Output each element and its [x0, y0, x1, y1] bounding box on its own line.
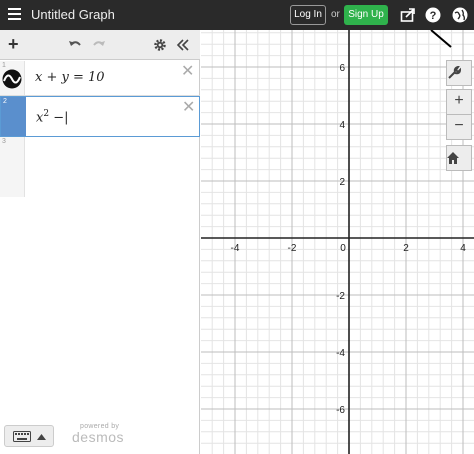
- undo-icon[interactable]: [68, 38, 82, 52]
- wrench-icon: [448, 66, 461, 79]
- expression-input[interactable]: x + y = 10: [35, 70, 105, 85]
- redo-icon[interactable]: [92, 38, 106, 52]
- svg-text:?: ?: [430, 10, 437, 22]
- expression-row-1[interactable]: 1 x + y = 10 ✕: [0, 61, 200, 96]
- expression-input[interactable]: x2 −|: [36, 109, 68, 125]
- expression-number: 3: [2, 138, 6, 145]
- keyboard-icon: [13, 431, 31, 442]
- menu-icon[interactable]: [8, 8, 21, 20]
- expression-gutter: 1: [0, 61, 25, 95]
- sign-up-button[interactable]: Sign Up: [344, 5, 388, 25]
- expression-rest: −|: [49, 110, 69, 126]
- keyboard-toggle-button[interactable]: [4, 425, 54, 447]
- expression-number: 2: [3, 98, 7, 105]
- expression-row-2[interactable]: 2 x2 −| ✕: [0, 96, 200, 137]
- y-tick-label: 6: [339, 63, 345, 74]
- y-tick-label: -2: [336, 291, 345, 302]
- expression-number: 1: [2, 62, 6, 69]
- expression-panel: + 1 x + y = 10 ✕ 2 x2 −| ✕ 3 powered by …: [0, 30, 200, 454]
- x-tick-label: 4: [460, 243, 466, 254]
- expression-gutter: 3: [0, 137, 25, 197]
- expression-toolbar: +: [0, 30, 200, 60]
- y-tick-label: 2: [339, 177, 345, 188]
- or-label: or: [331, 9, 340, 20]
- x-tick-label: -2: [288, 243, 297, 254]
- help-icon[interactable]: ?: [425, 7, 441, 23]
- graph-settings-button[interactable]: [446, 60, 472, 86]
- y-tick-label: 4: [339, 120, 345, 131]
- zoom-in-button[interactable]: +: [446, 89, 472, 115]
- top-bar: Untitled Graph Log In or Sign Up ?: [0, 0, 474, 30]
- y-tick-label: -6: [336, 405, 345, 416]
- log-in-button[interactable]: Log In: [290, 5, 326, 25]
- add-expression-icon[interactable]: +: [8, 35, 19, 53]
- home-icon: [447, 152, 459, 164]
- expression-row-3[interactable]: 3: [0, 137, 200, 197]
- expression-gutter: 2: [1, 97, 26, 136]
- delete-expression-icon[interactable]: ✕: [182, 100, 195, 116]
- share-icon[interactable]: [400, 7, 416, 23]
- graph-style-icon[interactable]: [2, 69, 22, 89]
- graph-canvas[interactable]: -4 -2 0 2 4 6 4 2 -2 -4 -6 + −: [201, 30, 474, 454]
- delete-expression-icon[interactable]: ✕: [181, 64, 194, 80]
- minus-icon: −: [454, 117, 464, 134]
- desmos-logo: desmos: [72, 429, 125, 445]
- x-tick-label: 0: [340, 243, 346, 254]
- collapse-panel-icon[interactable]: [176, 38, 190, 52]
- settings-gear-icon[interactable]: [153, 38, 167, 52]
- caret-up-icon: [37, 434, 46, 440]
- y-tick-label: -4: [336, 348, 345, 359]
- default-zoom-button[interactable]: [446, 145, 472, 171]
- graph-title[interactable]: Untitled Graph: [31, 7, 115, 22]
- plus-icon: +: [454, 92, 464, 109]
- x-tick-label: 2: [403, 243, 409, 254]
- x-tick-label: -4: [231, 243, 240, 254]
- globe-icon[interactable]: [452, 7, 468, 23]
- zoom-out-button[interactable]: −: [446, 114, 472, 140]
